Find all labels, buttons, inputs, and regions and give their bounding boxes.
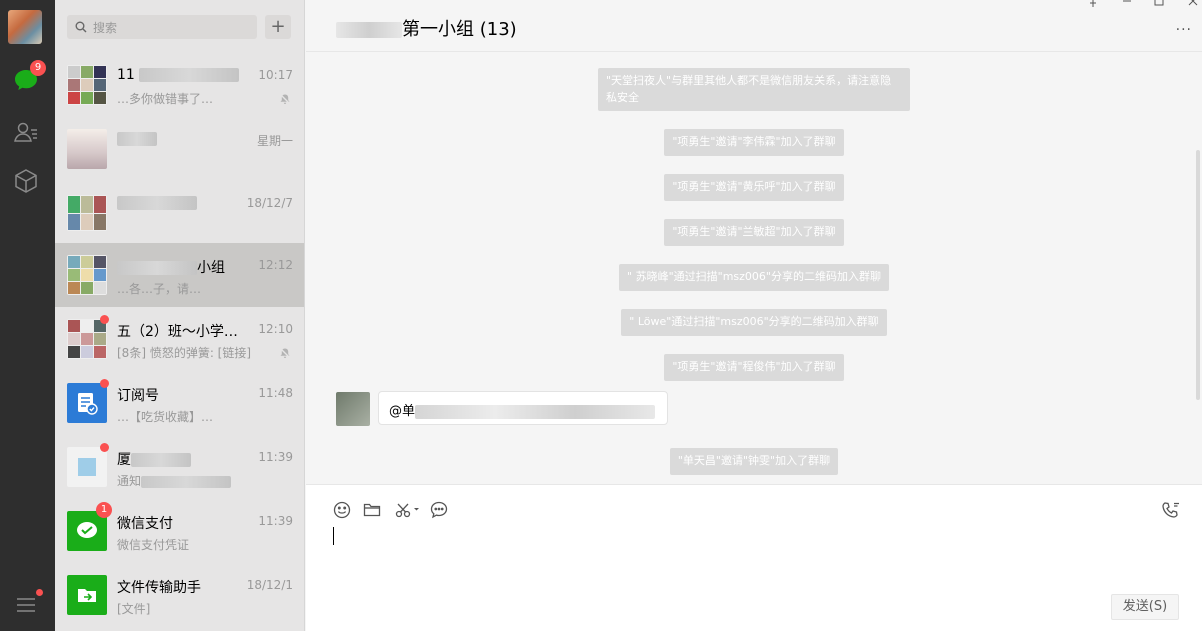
conversation-preview: …多你做错事了… <box>117 92 214 106</box>
chat-header: 第一小组 (13) ··· <box>306 0 1202 52</box>
conversation-name: 小组 <box>117 257 247 277</box>
minimize-icon[interactable] <box>1122 0 1132 9</box>
chat-icon[interactable]: 9 <box>12 60 46 94</box>
conversation-item[interactable]: 11 10:17 …多你做错事了… <box>55 53 304 117</box>
contact-avatar <box>67 129 107 169</box>
favorites-icon[interactable] <box>12 167 40 195</box>
chat-title: 第一小组 (13) <box>336 15 517 41</box>
nav-rail: 9 <box>0 0 55 631</box>
close-icon[interactable] <box>1188 0 1198 9</box>
conversation-name: 订阅号 <box>117 388 159 404</box>
conversation-item[interactable]: 1 微信支付 11:39 微信支付凭证 <box>55 499 304 563</box>
contacts-icon[interactable] <box>12 118 40 146</box>
mute-icon <box>279 93 291 105</box>
conversation-preview: 通知 <box>117 472 267 489</box>
conversation-item[interactable]: 文件传输助手 18/12/1 [文件] <box>55 563 304 627</box>
conversation-time: 18/12/7 <box>246 196 293 210</box>
folder-icon[interactable] <box>361 499 383 521</box>
voice-call-icon[interactable] <box>1160 499 1182 521</box>
conversation-list: 搜索 + 11 10:17 …多你做错事了… 星期一 18/12/7 小组 12… <box>55 0 305 631</box>
conversation-time: 18/12/1 <box>246 578 293 592</box>
scrollbar[interactable] <box>1196 150 1200 400</box>
subscription-icon <box>67 383 107 423</box>
menu-notice-dot <box>36 589 43 596</box>
system-message: "项勇生"邀请"黄乐呼"加入了群聊 <box>306 174 1202 201</box>
unread-dot <box>100 315 109 324</box>
text-input-caret[interactable] <box>333 527 334 545</box>
conversation-item-selected[interactable]: 小组 12:12 …各…子，请… <box>55 243 304 307</box>
more-options-button[interactable]: ··· <box>1176 22 1192 38</box>
unread-dot <box>100 379 109 388</box>
screenshot-icon[interactable] <box>394 499 422 521</box>
emoji-icon[interactable] <box>331 499 353 521</box>
conversation-item[interactable]: 五（2）班～小学同… 12:10 [8条] 愤怒的弹簧: [链接] <box>55 307 304 371</box>
sender-avatar[interactable] <box>336 392 370 426</box>
conversation-name <box>117 195 247 211</box>
conversation-time: 12:10 <box>258 322 293 336</box>
search-input[interactable]: 搜索 <box>67 15 257 39</box>
chat-history-icon[interactable] <box>428 499 450 521</box>
conversation-time: 11:48 <box>258 386 293 400</box>
group-avatar <box>67 195 107 231</box>
search-icon <box>75 21 87 33</box>
maximize-icon[interactable] <box>1154 0 1164 9</box>
conversation-name: 11 <box>117 67 247 83</box>
system-message: "单天昌"邀请"钟雯"加入了群聊 <box>306 448 1202 475</box>
chat-pane: 第一小组 (13) ··· "天堂扫夜人"与群里其他人都不是微信朋友关系，请注意… <box>306 0 1202 631</box>
menu-icon[interactable] <box>12 589 43 619</box>
conversation-time: 12:12 <box>258 258 293 272</box>
conversation-preview: [文件] <box>117 602 151 616</box>
conversation-item[interactable]: 18/12/7 <box>55 181 304 245</box>
search-placeholder: 搜索 <box>93 20 118 35</box>
contact-avatar <box>67 447 107 487</box>
conversation-item[interactable]: 订阅号 11:48 …【吃货收藏】… <box>55 371 304 435</box>
conversation-preview: 微信支付凭证 <box>117 538 190 552</box>
conversation-preview: …各…子，请… <box>117 282 202 296</box>
conversation-item[interactable]: 厦 11:39 通知 <box>55 435 304 499</box>
conversation-name: 厦 <box>117 449 247 469</box>
send-button[interactable]: 发送(S) <box>1111 594 1179 620</box>
system-message: " Löwe"通过扫描"msz006"分享的二维码加入群聊 <box>306 309 1202 336</box>
conversation-time: 10:17 <box>258 68 293 82</box>
unread-badge: 9 <box>30 60 46 76</box>
my-avatar[interactable] <box>8 10 42 44</box>
pin-icon[interactable] <box>1088 0 1098 10</box>
message-bubble[interactable]: @单 <box>378 391 668 425</box>
conversation-preview: [8条] 愤怒的弹簧: [链接] <box>117 346 252 360</box>
unread-badge: 1 <box>96 502 112 518</box>
mute-icon <box>279 347 291 359</box>
unread-dot <box>100 443 109 452</box>
system-message: "项勇生"邀请"兰敏超"加入了群聊 <box>306 219 1202 246</box>
conversation-time: 11:39 <box>258 514 293 528</box>
group-avatar <box>67 65 107 105</box>
conversation-name <box>117 131 247 147</box>
group-avatar <box>67 319 107 359</box>
system-message: "项勇生"邀请"程俊伟"加入了群聊 <box>306 354 1202 381</box>
conversation-name: 文件传输助手 <box>117 580 201 596</box>
conversation-name: 五（2）班～小学同… <box>117 324 247 340</box>
group-avatar <box>67 255 107 295</box>
add-chat-button[interactable]: + <box>265 15 291 39</box>
conversation-name: 微信支付 <box>117 516 173 532</box>
conversation-time: 星期一 <box>256 134 293 148</box>
conversation-time: 11:39 <box>258 450 293 464</box>
file-transfer-icon <box>67 575 107 615</box>
conversation-preview: …【吃货收藏】… <box>117 410 214 424</box>
system-message: "项勇生"邀请"李伟霖"加入了群聊 <box>306 129 1202 156</box>
message-composer: 发送(S) <box>306 484 1202 631</box>
conversation-item[interactable]: 星期一 <box>55 117 304 181</box>
system-message: " 苏晓峰"通过扫描"msz006"分享的二维码加入群聊 <box>306 264 1202 291</box>
system-message: "天堂扫夜人"与群里其他人都不是微信朋友关系，请注意隐私安全 <box>306 68 1202 111</box>
